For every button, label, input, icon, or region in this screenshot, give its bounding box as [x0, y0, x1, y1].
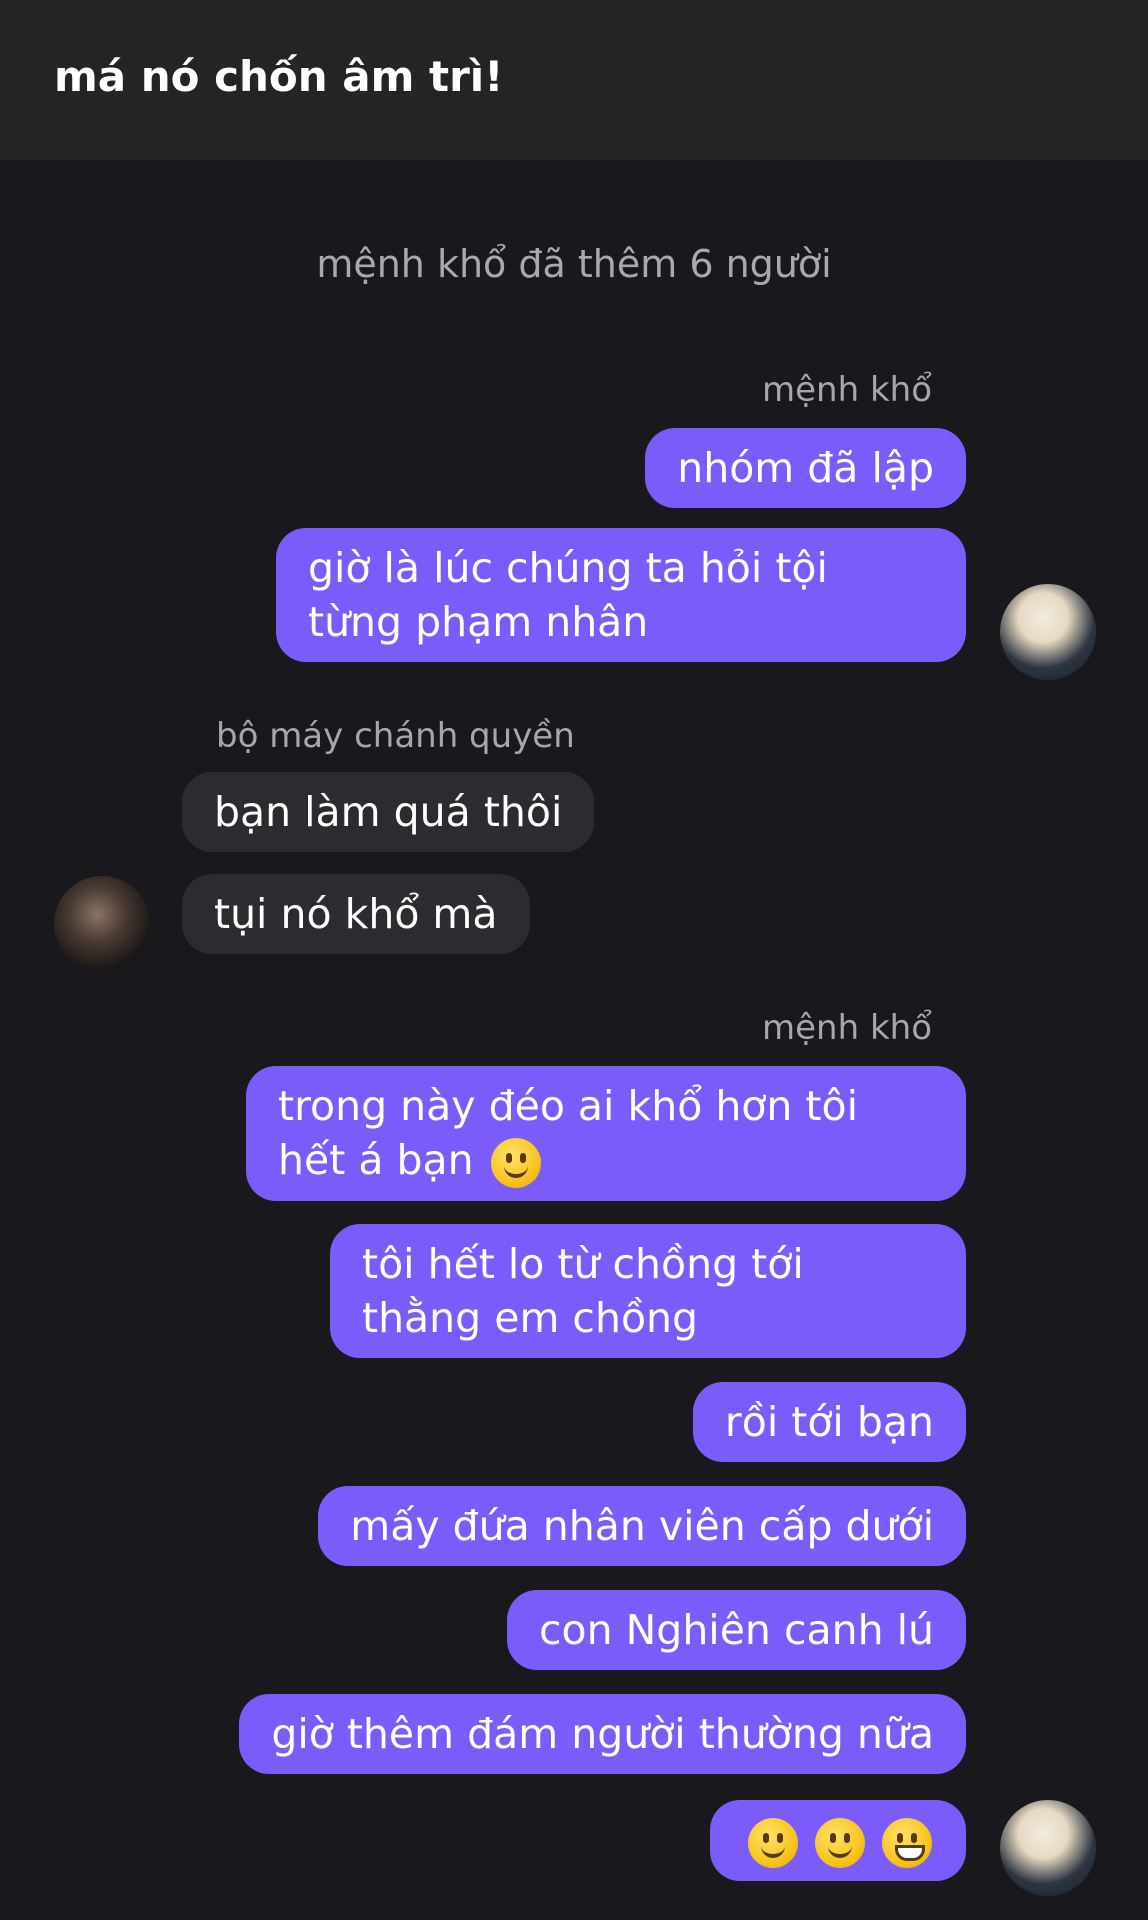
outgoing-message[interactable]: rồi tới bạn — [692, 1382, 966, 1462]
slightly-smiling-face-emoji-icon — [490, 1138, 541, 1188]
chat-title[interactable]: má nó chốn âm trì! — [54, 52, 503, 101]
message-list[interactable]: mệnh khổ đã thêm 6 người mệnh khổ nhóm đ… — [0, 160, 1148, 1920]
outgoing-message[interactable]: nhóm đã lập — [645, 428, 966, 508]
avatar[interactable] — [1000, 584, 1096, 680]
message-text: trong này đéo ai khổ hơn tôi hết á bạn — [278, 1082, 858, 1184]
slightly-smiling-face-emoji-icon — [747, 1818, 798, 1868]
outgoing-message[interactable]: tôi hết lo từ chồng tới thằng em chồng — [330, 1224, 966, 1358]
outgoing-message[interactable]: mấy đứa nhân viên cấp dưới — [318, 1486, 966, 1566]
outgoing-message[interactable]: trong này đéo ai khổ hơn tôi hết á bạn — [246, 1066, 966, 1201]
outgoing-message[interactable]: con Nghiên canh lú — [506, 1590, 966, 1670]
outgoing-message[interactable] — [709, 1800, 966, 1881]
sender-name: bộ máy chánh quyền — [216, 716, 575, 756]
incoming-message[interactable]: tụi nó khổ mà — [182, 874, 530, 954]
sender-name: mệnh khổ — [762, 370, 932, 410]
outgoing-message[interactable]: giờ thêm đám người thường nữa — [239, 1694, 966, 1774]
avatar[interactable] — [1000, 1800, 1096, 1896]
grinning-face-emoji-icon — [882, 1818, 932, 1868]
avatar[interactable] — [54, 876, 150, 972]
chat-header: má nó chốn âm trì! — [0, 0, 1148, 160]
outgoing-message[interactable]: giờ là lúc chúng ta hỏi tội từng phạm nh… — [276, 528, 966, 662]
system-message: mệnh khổ đã thêm 6 người — [316, 242, 832, 286]
slightly-smiling-face-emoji-icon — [814, 1818, 865, 1868]
sender-name: mệnh khổ — [762, 1008, 932, 1048]
incoming-message[interactable]: bạn làm quá thôi — [182, 772, 595, 852]
